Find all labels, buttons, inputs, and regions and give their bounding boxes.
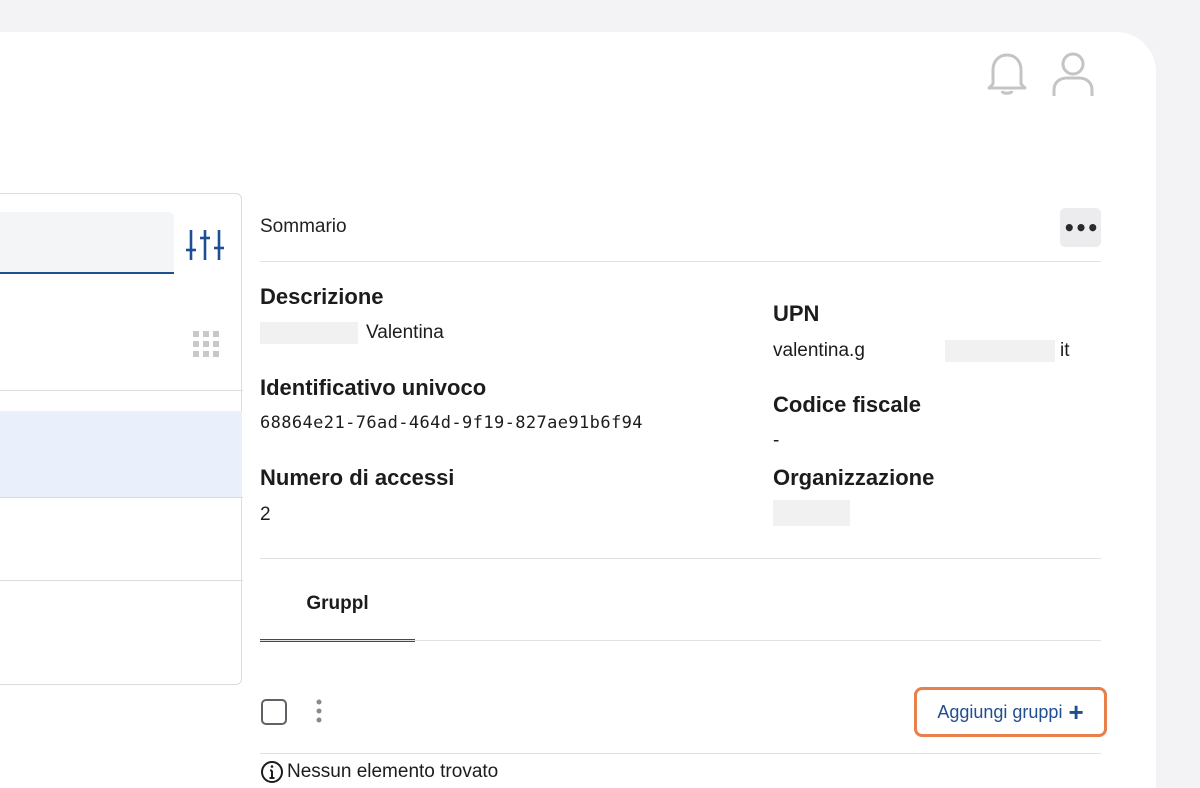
redacted-text bbox=[945, 340, 1055, 362]
select-all-checkbox[interactable] bbox=[261, 699, 287, 725]
summary-title: Sommario bbox=[260, 216, 347, 237]
descrizione-label: Descrizione bbox=[260, 284, 384, 309]
upn-label: UPN bbox=[773, 301, 820, 326]
divider bbox=[260, 261, 1101, 262]
descrizione-value: Valentina bbox=[366, 322, 444, 343]
empty-state-message: Nessun elemento trovato bbox=[287, 761, 499, 782]
list-panel bbox=[0, 193, 243, 685]
redacted-text bbox=[260, 322, 358, 344]
grid-icon[interactable] bbox=[192, 330, 220, 358]
more-options-button[interactable]: ••• bbox=[1060, 208, 1101, 247]
list-divider bbox=[0, 580, 243, 581]
kebab-menu-icon[interactable] bbox=[311, 697, 327, 725]
list-divider bbox=[0, 390, 243, 391]
divider bbox=[260, 753, 1101, 754]
list-item[interactable] bbox=[0, 498, 242, 583]
upn-value-suffix: it bbox=[1060, 340, 1070, 361]
upn-value: valentina.g bbox=[773, 340, 865, 361]
search-input[interactable] bbox=[0, 212, 174, 274]
identificativo-label: Identificativo univoco bbox=[260, 375, 487, 400]
add-groups-button[interactable]: Aggiungi gruppi + bbox=[914, 687, 1107, 737]
numero-accessi-value: 2 bbox=[260, 504, 271, 525]
organizzazione-value-redacted bbox=[773, 500, 850, 526]
tab-bar-divider bbox=[260, 640, 1101, 641]
list-item-selected[interactable] bbox=[0, 411, 242, 497]
add-groups-label: Aggiungi gruppi bbox=[937, 701, 1063, 722]
identificativo-value: 68864e21-76ad-464d-9f19-827ae91b6f94 bbox=[260, 413, 643, 433]
organizzazione-label: Organizzazione bbox=[773, 465, 935, 490]
tab-gruppi[interactable]: Gruppl bbox=[260, 578, 415, 642]
codice-fiscale-value: - bbox=[773, 430, 780, 451]
codice-fiscale-label: Codice fiscale bbox=[773, 392, 921, 417]
user-icon[interactable] bbox=[1050, 50, 1096, 98]
plus-icon: + bbox=[1068, 697, 1084, 727]
numero-accessi-label: Numero di accessi bbox=[260, 465, 455, 490]
bell-icon[interactable] bbox=[985, 50, 1029, 96]
filter-icon[interactable] bbox=[185, 228, 225, 262]
divider bbox=[260, 558, 1101, 559]
info-icon bbox=[261, 761, 283, 783]
empty-state: Nessun elemento trovato bbox=[260, 760, 498, 784]
